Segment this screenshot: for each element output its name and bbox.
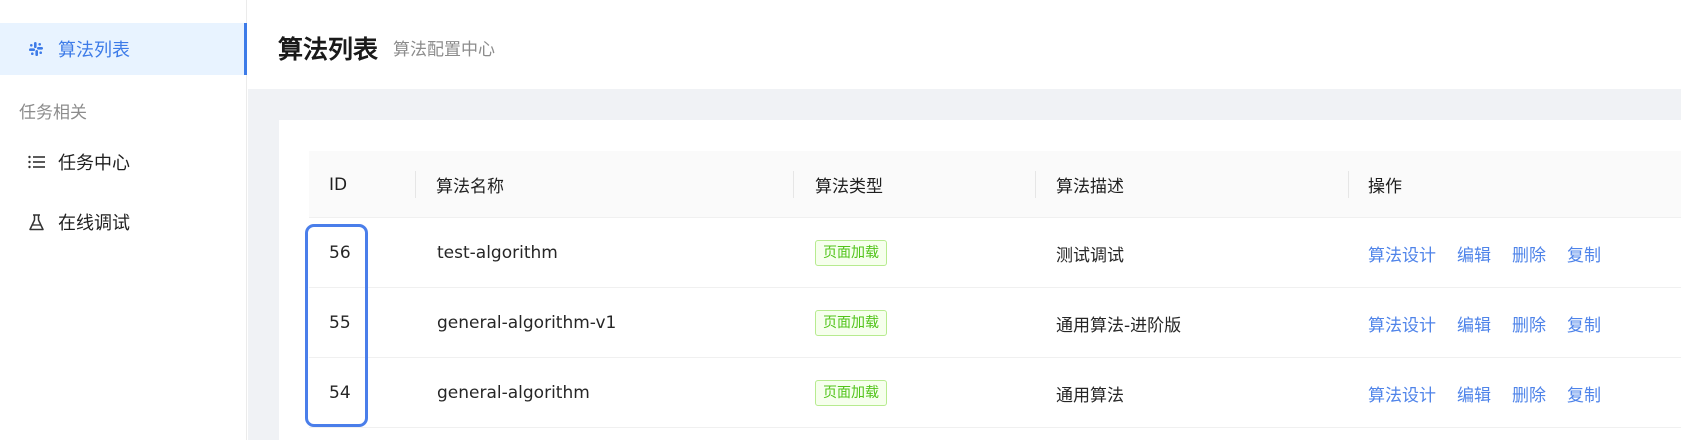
table-header: ID 算法名称 算法类型 算法描述 操作 bbox=[309, 151, 1681, 218]
copy-link[interactable]: 复制 bbox=[1567, 241, 1601, 266]
column-header-description: 算法描述 bbox=[1056, 177, 1124, 197]
cell-name: general-algorithm-v1 bbox=[437, 313, 617, 333]
sidebar-item-online-debug[interactable]: 在线调试 bbox=[0, 196, 247, 248]
edit-link[interactable]: 编辑 bbox=[1457, 241, 1491, 266]
column-header-type: 算法类型 bbox=[815, 177, 883, 197]
sidebar-item-label: 任务中心 bbox=[58, 153, 130, 174]
sidebar-item-label: 在线调试 bbox=[58, 213, 130, 234]
cell-name: test-algorithm bbox=[437, 243, 558, 263]
page-title: 算法列表 bbox=[278, 35, 379, 64]
cell-name: general-algorithm bbox=[437, 383, 590, 403]
delete-link[interactable]: 删除 bbox=[1512, 241, 1546, 266]
cell-actions: 算法设计 编辑 删除 复制 bbox=[1368, 218, 1622, 288]
column-header-id: ID bbox=[329, 174, 348, 195]
sidebar-item-label: 算法列表 bbox=[58, 40, 130, 61]
table-row: 55 general-algorithm-v1 页面加载 通用算法-进阶版 算法… bbox=[309, 288, 1681, 358]
cell-actions: 算法设计 编辑 删除 复制 bbox=[1368, 288, 1622, 358]
delete-link[interactable]: 删除 bbox=[1512, 311, 1546, 336]
sidebar-item-task-center[interactable]: 任务中心 bbox=[0, 136, 247, 188]
cell-id: 54 bbox=[329, 383, 351, 403]
column-header-name: 算法名称 bbox=[436, 177, 504, 197]
column-divider bbox=[415, 171, 416, 198]
algorithm-design-link[interactable]: 算法设计 bbox=[1368, 241, 1436, 266]
cell-description: 测试调试 bbox=[1056, 245, 1124, 266]
sidebar: 算法列表 任务相关 任务中心 在线调试 bbox=[0, 0, 247, 440]
page-header: 算法列表 算法配置中心 bbox=[248, 0, 1681, 89]
edit-link[interactable]: 编辑 bbox=[1457, 381, 1491, 406]
copy-link[interactable]: 复制 bbox=[1567, 311, 1601, 336]
algorithm-design-link[interactable]: 算法设计 bbox=[1368, 311, 1436, 336]
column-header-actions: 操作 bbox=[1368, 177, 1402, 197]
cell-type: 页面加载 bbox=[815, 218, 887, 288]
cell-description: 通用算法-进阶版 bbox=[1056, 315, 1182, 336]
copy-link[interactable]: 复制 bbox=[1567, 381, 1601, 406]
flask-icon bbox=[27, 213, 45, 231]
type-tag: 页面加载 bbox=[815, 240, 887, 266]
slack-icon bbox=[27, 40, 45, 58]
algorithm-design-link[interactable]: 算法设计 bbox=[1368, 381, 1436, 406]
cell-description: 通用算法 bbox=[1056, 385, 1124, 406]
cell-type: 页面加载 bbox=[815, 358, 887, 428]
column-divider bbox=[1035, 171, 1036, 198]
cell-type: 页面加载 bbox=[815, 288, 887, 358]
cell-id: 55 bbox=[329, 313, 351, 333]
type-tag: 页面加载 bbox=[815, 310, 887, 336]
delete-link[interactable]: 删除 bbox=[1512, 381, 1546, 406]
menu-group-title: 任务相关 bbox=[19, 103, 87, 123]
edit-link[interactable]: 编辑 bbox=[1457, 311, 1491, 336]
type-tag: 页面加载 bbox=[815, 380, 887, 406]
column-divider bbox=[793, 171, 794, 198]
table-row: 54 general-algorithm 页面加载 通用算法 算法设计 编辑 删… bbox=[309, 358, 1681, 428]
column-divider bbox=[1348, 171, 1349, 198]
cell-id: 56 bbox=[329, 243, 351, 263]
list-icon bbox=[27, 153, 45, 171]
page-subtitle: 算法配置中心 bbox=[393, 40, 495, 60]
sidebar-item-algorithm-list[interactable]: 算法列表 bbox=[0, 23, 247, 75]
table-row: 56 test-algorithm 页面加载 测试调试 算法设计 编辑 删除 复… bbox=[309, 218, 1681, 288]
cell-actions: 算法设计 编辑 删除 复制 bbox=[1368, 358, 1622, 428]
